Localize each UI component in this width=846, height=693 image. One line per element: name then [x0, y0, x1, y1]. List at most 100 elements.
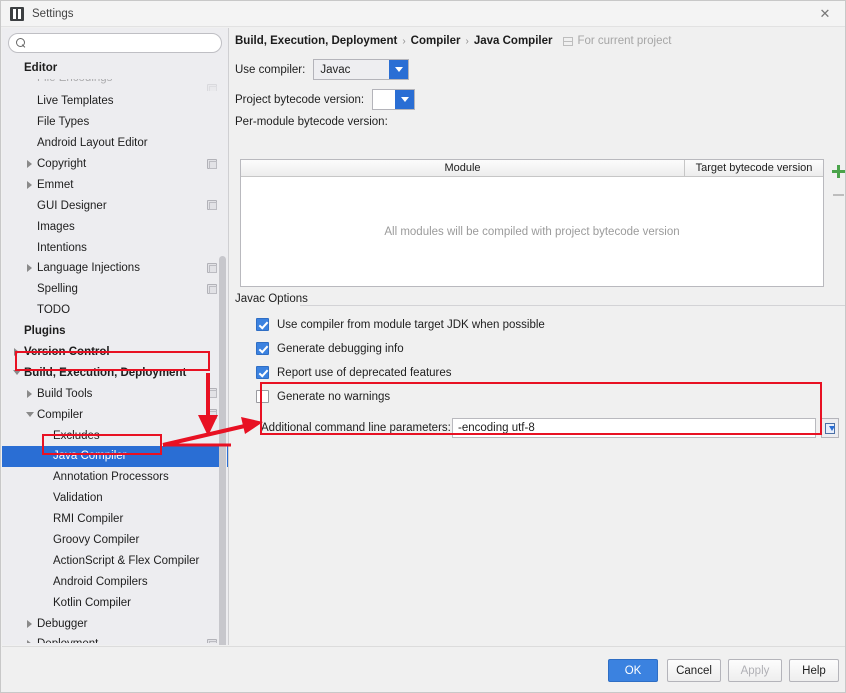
chevron-down-icon[interactable]: [11, 363, 24, 383]
copy-settings-icon[interactable]: [207, 83, 217, 91]
copy-settings-icon[interactable]: [207, 409, 217, 420]
settings-content-pane: Build, Execution, Deployment › Compiler …: [230, 28, 845, 645]
expand-editor-button[interactable]: [821, 418, 839, 438]
breadcrumb: Build, Execution, Deployment › Compiler …: [235, 35, 671, 47]
checkbox-icon[interactable]: [256, 342, 269, 355]
additional-params-input[interactable]: -encoding utf-8: [452, 418, 816, 438]
sidebar-item-live-templates[interactable]: Live Templates: [2, 91, 228, 112]
option-use-module-jdk[interactable]: Use compiler from module target JDK when…: [256, 318, 545, 331]
option-generate-no-warnings[interactable]: Generate no warnings: [256, 390, 390, 403]
sidebar-item-debugger[interactable]: Debugger: [2, 613, 228, 634]
sidebar-item-file-types[interactable]: File Types: [2, 112, 228, 133]
option-report-deprecated[interactable]: Report use of deprecated features: [256, 366, 452, 379]
sidebar-item-annotation-processors[interactable]: Annotation Processors: [2, 467, 228, 488]
cancel-button[interactable]: Cancel: [667, 659, 721, 682]
breadcrumb-item-1[interactable]: Compiler: [411, 35, 461, 47]
option-label: Generate no warnings: [277, 390, 391, 403]
copy-settings-icon[interactable]: [207, 158, 217, 169]
chevron-down-icon[interactable]: [389, 60, 409, 79]
sidebar-item-version-control[interactable]: Version Control: [2, 342, 228, 363]
sidebar-item-label: Kotlin Compiler: [53, 596, 131, 609]
checkbox-icon[interactable]: [256, 390, 269, 403]
sidebar-item-gui-designer[interactable]: GUI Designer: [2, 195, 228, 216]
sidebar-item-excludes[interactable]: Excludes: [2, 425, 228, 446]
per-module-table[interactable]: Module Target bytecode version All modul…: [240, 159, 824, 287]
sidebar-item-java-compiler[interactable]: Java Compiler: [2, 446, 228, 467]
chevron-right-icon[interactable]: [11, 342, 24, 362]
chevron-down-icon[interactable]: [395, 90, 415, 109]
sidebar-item-intentions[interactable]: Intentions: [2, 237, 228, 258]
sidebar-item-rmi-compiler[interactable]: RMI Compiler: [2, 509, 228, 530]
copy-settings-icon[interactable]: [207, 639, 217, 643]
project-bytecode-dropdown[interactable]: [372, 89, 416, 110]
sidebar-item-groovy-compiler[interactable]: Groovy Compiler: [2, 530, 228, 551]
option-label: Use compiler from module target JDK when…: [277, 318, 545, 331]
chevron-right-icon[interactable]: [24, 258, 37, 278]
chevron-right-icon[interactable]: [24, 154, 37, 174]
sidebar-item-label: Build, Execution, Deployment: [24, 366, 187, 379]
sidebar-item-label: Java Compiler: [53, 450, 127, 463]
sidebar-item-label: Plugins: [24, 325, 66, 338]
sidebar-item-build-execution-deployment[interactable]: Build, Execution, Deployment: [2, 362, 228, 383]
intellij-idea-icon: [10, 6, 24, 21]
sidebar-item-label: Compiler: [37, 408, 84, 421]
option-generate-debugging-info[interactable]: Generate debugging info: [256, 342, 404, 355]
sidebar-item-actionscript-flex-compiler[interactable]: ActionScript & Flex Compiler: [2, 550, 228, 571]
sidebar-item-emmet[interactable]: Emmet: [2, 174, 228, 195]
copy-settings-icon[interactable]: [207, 388, 217, 399]
sidebar-item-label: File Encodings: [37, 79, 112, 84]
sidebar-item-images[interactable]: Images: [2, 216, 228, 237]
use-compiler-row: Use compiler: Javac: [235, 59, 410, 80]
search-box[interactable]: [8, 33, 222, 53]
sidebar-item-kotlin-compiler[interactable]: Kotlin Compiler: [2, 592, 228, 613]
chevron-right-icon[interactable]: [24, 384, 37, 404]
copy-settings-icon[interactable]: [207, 200, 217, 211]
sidebar-item-compiler[interactable]: Compiler: [2, 404, 228, 425]
sidebar-item-android-layout-editor[interactable]: Android Layout Editor: [2, 133, 228, 154]
sidebar-item-build-tools[interactable]: Build Tools: [2, 383, 228, 404]
column-header-target-bytecode[interactable]: Target bytecode version: [685, 160, 823, 176]
sidebar-item-todo[interactable]: TODO: [2, 300, 228, 321]
remove-row-button[interactable]: [826, 183, 845, 207]
sidebar-item-validation[interactable]: Validation: [2, 488, 228, 509]
sidebar-item-label: Android Compilers: [53, 575, 148, 588]
close-icon[interactable]: ✕: [803, 1, 845, 27]
sidebar-scrollbar-track[interactable]: [219, 116, 227, 645]
ok-button[interactable]: OK: [608, 659, 658, 682]
search-input[interactable]: [26, 37, 221, 49]
sidebar-item-language-injections[interactable]: Language Injections: [2, 258, 228, 279]
window-title: Settings: [32, 7, 74, 20]
column-header-module[interactable]: Module: [241, 160, 685, 176]
sidebar-scrollbar-thumb[interactable]: [219, 256, 226, 645]
sidebar-item-plugins[interactable]: Plugins: [2, 321, 228, 342]
sidebar-item-file-encodings[interactable]: File Encodings: [2, 79, 228, 91]
chevron-right-icon[interactable]: [24, 175, 37, 195]
checkbox-icon[interactable]: [256, 366, 269, 379]
use-compiler-dropdown[interactable]: Javac: [313, 59, 410, 80]
copy-settings-icon[interactable]: [207, 263, 217, 274]
sidebar-item-editor[interactable]: Editor: [2, 58, 228, 79]
settings-tree: Editor File Encodings Live Templates File T…: [2, 58, 228, 643]
sidebar-item-deployment[interactable]: Deployment: [2, 634, 228, 643]
copy-settings-icon[interactable]: [207, 283, 217, 294]
sidebar-item-copyright[interactable]: Copyright: [2, 154, 228, 175]
javac-options-label: Javac Options: [235, 293, 308, 305]
add-row-button[interactable]: [826, 159, 845, 183]
chevron-down-icon[interactable]: [24, 405, 37, 425]
sidebar-item-spelling[interactable]: Spelling: [2, 279, 228, 300]
checkbox-icon[interactable]: [256, 318, 269, 331]
help-button[interactable]: Help: [789, 659, 839, 682]
sidebar-item-android-compilers[interactable]: Android Compilers: [2, 571, 228, 592]
option-label: Report use of deprecated features: [277, 366, 452, 379]
chevron-right-icon[interactable]: [24, 634, 37, 643]
breadcrumb-item-0[interactable]: Build, Execution, Deployment: [235, 35, 397, 47]
chevron-right-icon[interactable]: [24, 614, 37, 634]
